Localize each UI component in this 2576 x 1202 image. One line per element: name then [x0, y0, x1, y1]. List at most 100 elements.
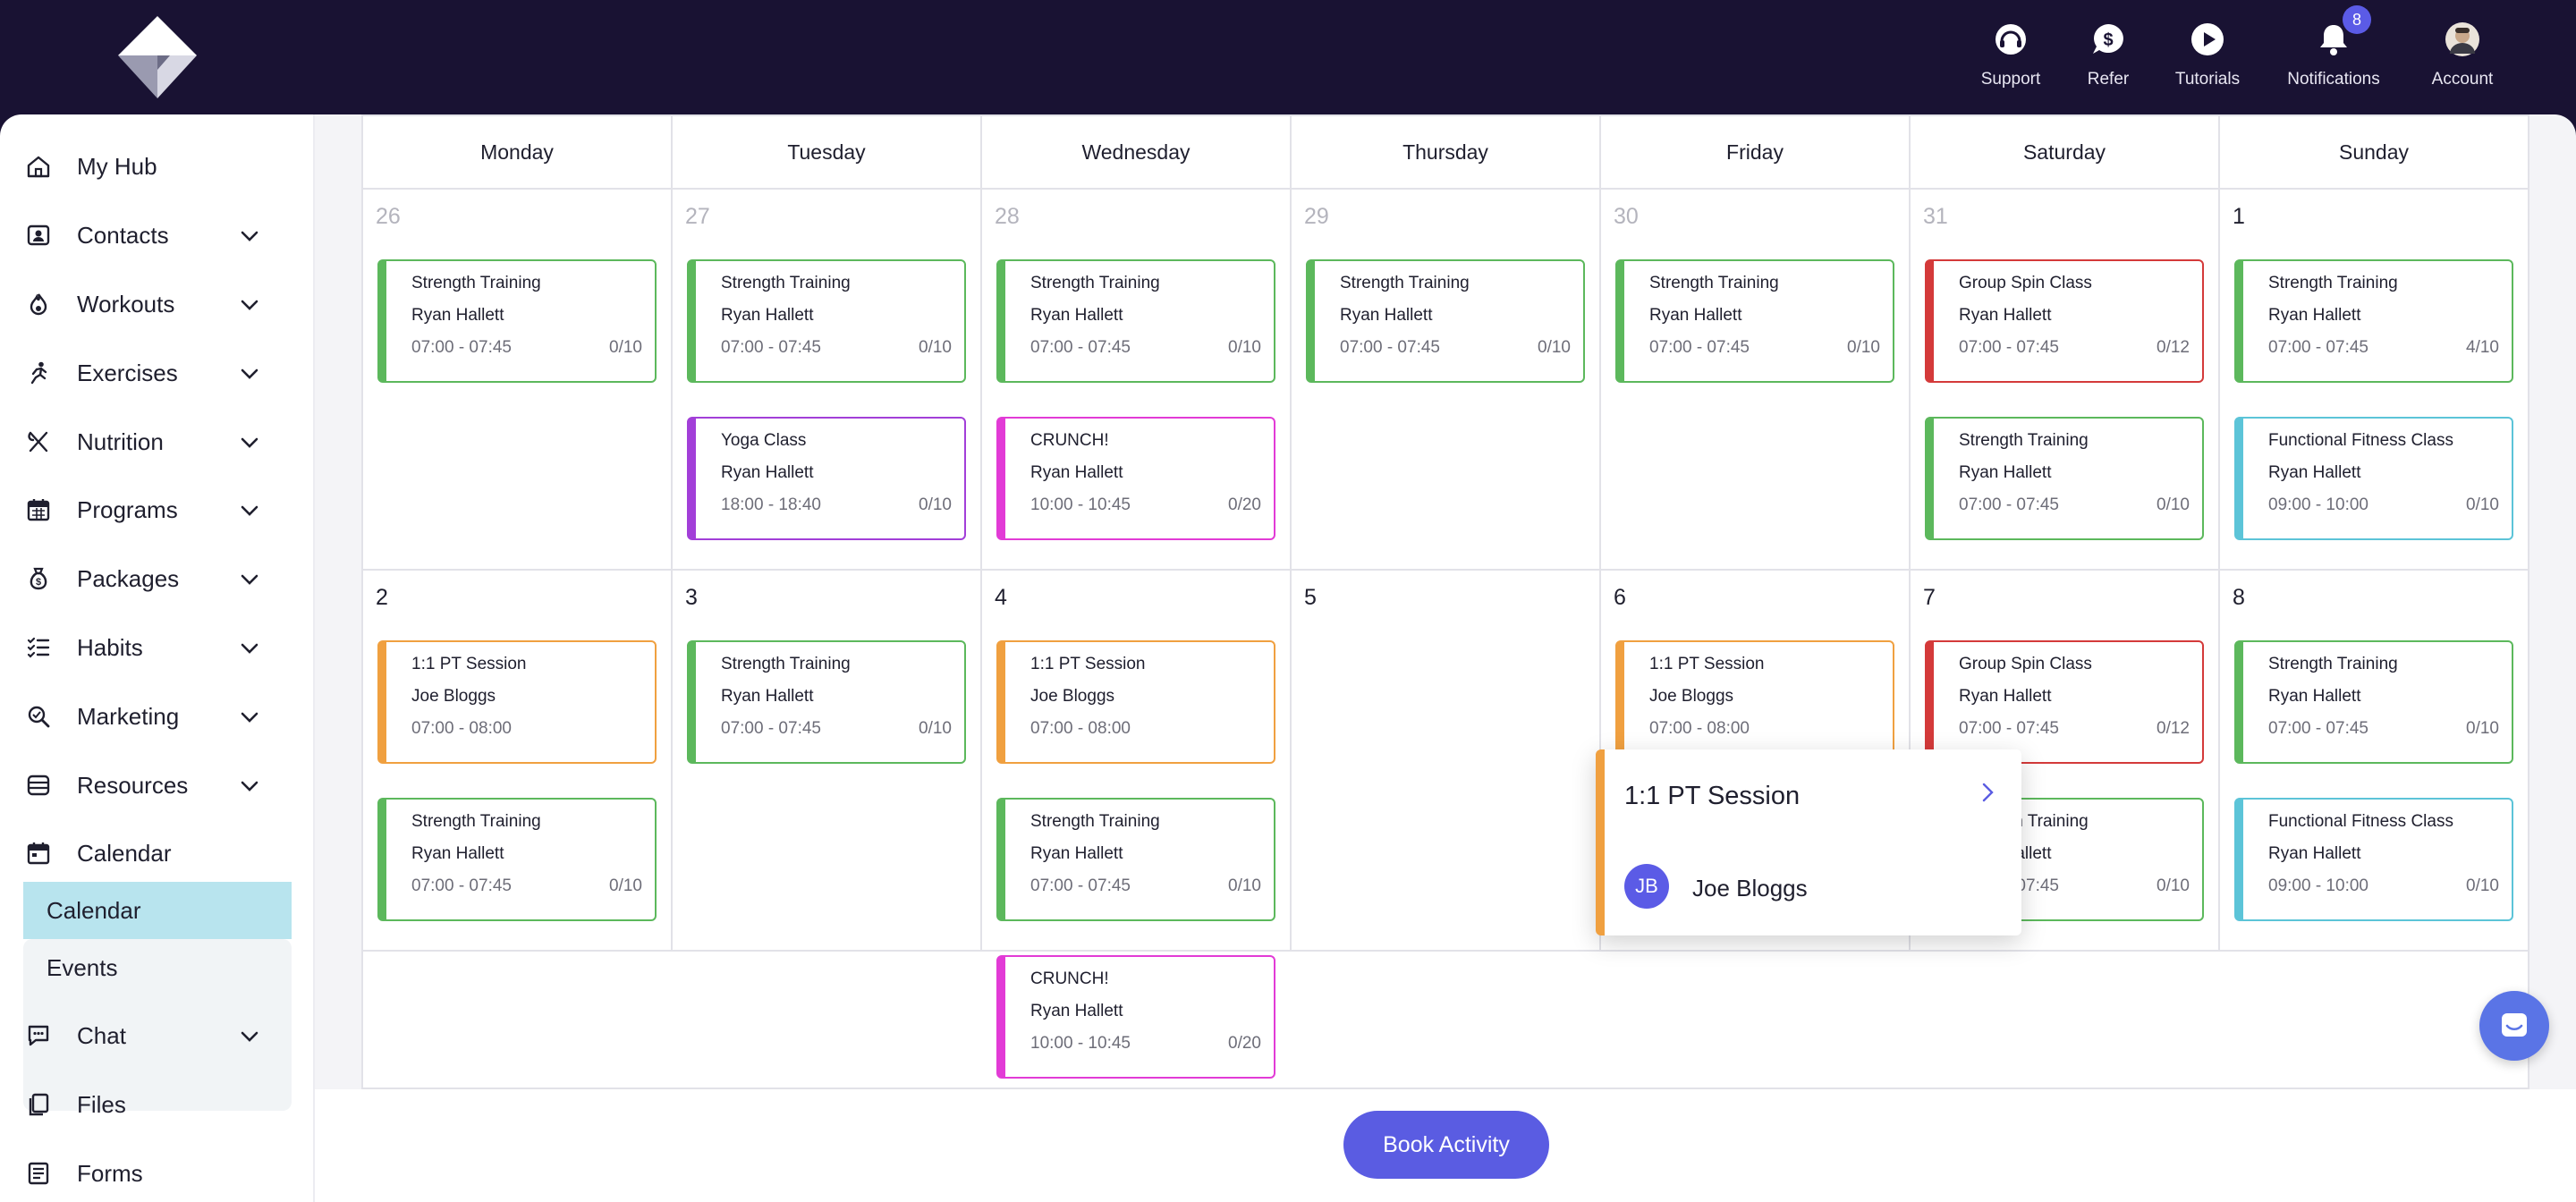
chevron-down-icon[interactable]: [238, 362, 261, 385]
calendar-event[interactable]: Group Spin Class Ryan Hallett 07:00 - 07:4…: [1925, 640, 2204, 764]
day-cell[interactable]: 28 Strength Training Ryan Hallett 07:00 - 0…: [982, 190, 1292, 571]
day-cell[interactable]: 31 Group Spin Class Ryan Hallett 07:00 - 07…: [1911, 190, 2220, 571]
calendar-event[interactable]: Strength Training Ryan Hallett 07:00 - 07:…: [996, 798, 1275, 921]
chevron-down-icon[interactable]: [238, 224, 261, 248]
event-time: 09:00 - 10:00: [2268, 876, 2368, 895]
day-cell[interactable]: 30 Strength Training Ryan Hallett 07:00 - 0…: [1601, 190, 1911, 571]
event-capacity: 0/10: [919, 338, 952, 357]
event-instructor: Ryan Hallett: [1030, 306, 1123, 325]
calendar-event[interactable]: CRUNCH! Ryan Hallett 10:00 - 10:45 0/20: [996, 955, 1275, 1079]
chevron-down-icon[interactable]: [238, 499, 261, 522]
event-time: 07:00 - 07:45: [721, 338, 821, 357]
contacts-icon: [23, 220, 54, 250]
calendar-event[interactable]: Strength Training Ryan Hallett 07:00 - 07:…: [2234, 259, 2513, 383]
calendar-event[interactable]: 1:1 PT Session Joe Bloggs 07:00 - 08:00: [377, 640, 657, 764]
event-time: 07:00 - 07:45: [1959, 338, 2059, 357]
sidebar-item-exercises[interactable]: Exercises: [23, 348, 292, 398]
event-instructor: Ryan Hallett: [1959, 306, 2052, 325]
event-title: Strength Training: [2268, 655, 2398, 673]
date-number: 27: [685, 204, 710, 229]
sidebar-item-forms[interactable]: Forms: [23, 1148, 292, 1198]
sidebar-item-workouts[interactable]: Workouts: [23, 279, 292, 329]
day-cell[interactable]: 5: [1292, 571, 1601, 952]
calendar-event[interactable]: Strength Training Ryan Hallett 07:00 - 07:…: [1925, 417, 2204, 540]
event-time: 07:00 - 08:00: [411, 719, 512, 738]
chevron-down-icon[interactable]: [238, 1025, 261, 1048]
sidebar-item-resources[interactable]: Resources: [23, 760, 292, 810]
event-time: 07:00 - 08:00: [1649, 719, 1750, 738]
event-title: Strength Training: [1959, 431, 2089, 450]
event-title: Strength Training: [721, 655, 851, 673]
sidebar-item-files[interactable]: Files: [23, 1079, 292, 1130]
notifications-button[interactable]: 8 Notifications: [2275, 5, 2392, 100]
sidebar-item-marketing[interactable]: Marketing: [23, 691, 292, 741]
sidebar-item-nutrition[interactable]: Nutrition: [23, 417, 292, 467]
sidebar-item-programs[interactable]: Programs: [23, 485, 292, 535]
day-cell[interactable]: 27 Strength Training Ryan Hallett 07:00 - 0…: [673, 190, 982, 571]
support-chat-button[interactable]: [2479, 991, 2549, 1061]
day-cell[interactable]: 1 Strength Training Ryan Hallett 07:00 - 07…: [2220, 190, 2528, 571]
calendar-event[interactable]: Strength Training Ryan Hallett 07:00 - 07:…: [996, 259, 1275, 383]
sidebar-item-chat[interactable]: Chat: [23, 1011, 292, 1061]
date-number: 4: [995, 585, 1007, 610]
sidebar-item-contacts[interactable]: Contacts: [23, 210, 292, 260]
calendar-event[interactable]: 1:1 PT Session Joe Bloggs 07:00 - 08:00: [1615, 640, 1894, 764]
chevron-down-icon[interactable]: [238, 431, 261, 454]
event-capacity: 0/10: [2466, 719, 2499, 738]
calendar-event[interactable]: Strength Training Ryan Hallett 07:00 - 07:…: [687, 259, 966, 383]
chevron-right-icon[interactable]: [1975, 780, 2000, 805]
chevron-down-icon[interactable]: [238, 637, 261, 660]
calendar-event[interactable]: Yoga Class Ryan Hallett 18:00 - 18:40 0/10: [687, 417, 966, 540]
chevron-down-icon[interactable]: [238, 293, 261, 317]
chevron-down-icon[interactable]: [238, 568, 261, 591]
event-time: 07:00 - 07:45: [1959, 719, 2059, 738]
sidebar-subitem-events[interactable]: Events: [23, 939, 292, 996]
tutorials-button[interactable]: Tutorials: [2149, 20, 2266, 100]
event-title: Strength Training: [2268, 274, 2398, 292]
sidebar-item-my-hub[interactable]: My Hub: [23, 141, 292, 191]
sidebar-subitem-calendar[interactable]: Calendar: [23, 882, 292, 939]
day-cell[interactable]: 29 Strength Training Ryan Hallett 07:00 - 0…: [1292, 190, 1601, 571]
svg-text:$: $: [2103, 30, 2113, 50]
event-instructor: Joe Bloggs: [411, 687, 496, 706]
event-popover[interactable]: 1:1 PT Session JB Joe Bloggs: [1596, 749, 2021, 935]
chevron-down-icon[interactable]: [238, 775, 261, 798]
calendar-event[interactable]: Group Spin Class Ryan Hallett 07:00 - 07:4…: [1925, 259, 2204, 383]
event-time: 10:00 - 10:45: [1030, 495, 1131, 514]
day-cell[interactable]: 3 Strength Training Ryan Hallett 07:00 - 07…: [673, 571, 982, 952]
calendar-event[interactable]: Strength Training Ryan Hallett 07:00 - 07:…: [2234, 640, 2513, 764]
event-capacity: 0/10: [1228, 876, 1261, 895]
event-instructor: Ryan Hallett: [1030, 844, 1123, 863]
top-bar: Support $ Refer Tutorials 8 Notification…: [0, 0, 2576, 114]
event-time: 07:00 - 07:45: [1030, 876, 1131, 895]
sidebar-item-packages[interactable]: $ Packages: [23, 554, 292, 604]
day-cell[interactable]: 8 Strength Training Ryan Hallett 07:00 - 07…: [2220, 571, 2528, 952]
calendar-event[interactable]: 1:1 PT Session Joe Bloggs 07:00 - 08:00: [996, 640, 1275, 764]
event-title: CRUNCH!: [1030, 969, 1109, 988]
calendar-event[interactable]: Functional Fitness Class Ryan Hallett 09:0…: [2234, 417, 2513, 540]
book-activity-button[interactable]: Book Activity: [1343, 1111, 1549, 1179]
event-capacity: 0/10: [2466, 876, 2499, 895]
calendar-event[interactable]: Strength Training Ryan Hallett 07:00 - 07:…: [377, 259, 657, 383]
event-time: 07:00 - 07:45: [1649, 338, 1750, 357]
calendar-event[interactable]: Strength Training Ryan Hallett 07:00 - 07:…: [1615, 259, 1894, 383]
calendar-event[interactable]: CRUNCH! Ryan Hallett 10:00 - 10:45 0/20: [996, 417, 1275, 540]
event-time: 07:00 - 07:45: [1030, 338, 1131, 357]
event-time: 10:00 - 10:45: [1030, 1034, 1131, 1053]
calendar-event[interactable]: Strength Training Ryan Hallett 07:00 - 07:…: [377, 798, 657, 921]
day-cell[interactable]: 26 Strength Training Ryan Hallett 07:00 - 0…: [363, 190, 673, 571]
day-cell[interactable]: 2 1:1 PT Session Joe Bloggs 07:00 - 08:00 St…: [363, 571, 673, 952]
calendar-event[interactable]: Strength Training Ryan Hallett 07:00 - 07:…: [687, 640, 966, 764]
account-button[interactable]: Account: [2404, 20, 2521, 100]
day-header: Thursday: [1292, 116, 1601, 190]
day-cell[interactable]: 4 1:1 PT Session Joe Bloggs 07:00 - 08:00 St…: [982, 571, 1292, 1079]
calendar-event[interactable]: Strength Training Ryan Hallett 07:00 - 07:…: [1306, 259, 1585, 383]
calendar-event[interactable]: Functional Fitness Class Ryan Hallett 09:0…: [2234, 798, 2513, 921]
chevron-down-icon[interactable]: [238, 706, 261, 729]
event-instructor: Ryan Hallett: [1030, 463, 1123, 482]
event-capacity: 0/10: [609, 876, 642, 895]
sidebar-item-habits[interactable]: Habits: [23, 622, 292, 673]
sidebar-item-calendar[interactable]: Calendar: [23, 828, 292, 878]
attendee-name[interactable]: Joe Bloggs: [1692, 875, 1808, 902]
date-number: 2: [376, 585, 388, 610]
